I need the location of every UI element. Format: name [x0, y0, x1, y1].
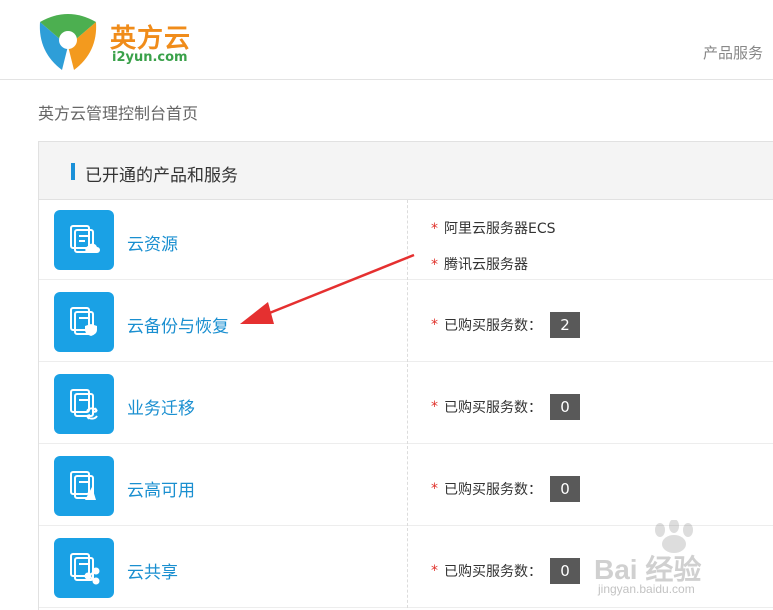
- count-label: 已购买服务数：: [444, 318, 542, 334]
- service-row-high-availability: 云高可用 * 已购买服务数： 0: [39, 446, 773, 526]
- count-label: 已购买服务数：: [444, 564, 542, 580]
- count-line: * 已购买服务数： 0: [431, 394, 580, 420]
- service-row-left: 云备份与恢复: [39, 282, 408, 362]
- share-icon[interactable]: [54, 538, 114, 598]
- service-row-left: 云高可用: [39, 446, 408, 526]
- service-row-left: 云共享: [39, 528, 408, 608]
- detail-line: * 腾讯云服务器: [431, 257, 528, 273]
- breadcrumb: 英方云管理控制台首页: [38, 104, 199, 123]
- panel-header-accent-bar: [71, 163, 75, 180]
- service-name-link[interactable]: 云资源: [127, 230, 178, 255]
- panel-header: 已开通的产品和服务: [39, 142, 773, 200]
- service-name-link[interactable]: 业务迁移: [127, 394, 195, 419]
- service-row-right: * 已购买服务数： 0: [431, 364, 771, 444]
- watermark-url: jingyan.baidu.com: [598, 582, 695, 596]
- count-badge: 0: [550, 476, 580, 502]
- i2yun-logo-icon[interactable]: [36, 12, 100, 74]
- count-line: * 已购买服务数： 0: [431, 558, 580, 584]
- count-badge: 2: [550, 312, 580, 338]
- detail-text: 阿里云服务器ECS: [444, 221, 556, 237]
- migration-icon[interactable]: [54, 374, 114, 434]
- count-badge: 0: [550, 558, 580, 584]
- service-name-link[interactable]: 云共享: [127, 558, 178, 583]
- service-row-cloud-resource: 云资源 * 阿里云服务器ECS * 腾讯云服务器: [39, 200, 773, 280]
- detail-line: * 阿里云服务器ECS: [431, 221, 556, 237]
- panel-title: 已开通的产品和服务: [85, 166, 238, 186]
- top-header: 英方云 i2yun.com 产品服务: [0, 0, 773, 80]
- high-availability-icon[interactable]: [54, 456, 114, 516]
- service-row-backup-restore: 云备份与恢复 * 已购买服务数： 2: [39, 282, 773, 362]
- service-name-link[interactable]: 云备份与恢复: [127, 312, 229, 337]
- brand-domain: i2yun.com: [112, 50, 188, 65]
- detail-text: 腾讯云服务器: [444, 257, 528, 273]
- count-label: 已购买服务数：: [444, 400, 542, 416]
- count-line: * 已购买服务数： 2: [431, 312, 580, 338]
- service-row-right: * 阿里云服务器ECS * 腾讯云服务器: [431, 200, 771, 280]
- service-row-left: 云资源: [39, 200, 408, 280]
- service-row-right: * 已购买服务数： 0: [431, 446, 771, 526]
- service-row-migration: 业务迁移 * 已购买服务数： 0: [39, 364, 773, 444]
- nav-products-services[interactable]: 产品服务: [703, 42, 763, 63]
- count-label: 已购买服务数：: [444, 482, 542, 498]
- service-row-left: 业务迁移: [39, 364, 408, 444]
- count-line: * 已购买服务数： 0: [431, 476, 580, 502]
- cloud-resource-icon[interactable]: [54, 210, 114, 270]
- service-name-link[interactable]: 云高可用: [127, 476, 195, 501]
- backup-restore-icon[interactable]: [54, 292, 114, 352]
- count-badge: 0: [550, 394, 580, 420]
- service-row-right: * 已购买服务数： 2: [431, 282, 771, 362]
